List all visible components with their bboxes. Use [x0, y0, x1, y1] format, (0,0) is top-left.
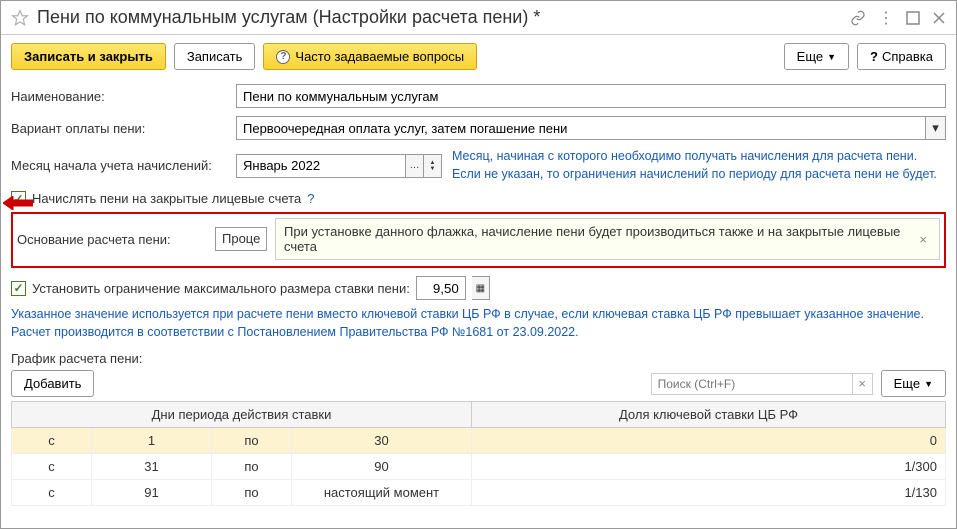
stepper-button[interactable]: ▲▼: [424, 154, 442, 178]
window-title: Пени по коммунальным услугам (Настройки …: [37, 7, 850, 28]
save-close-button[interactable]: Записать и закрыть: [11, 43, 166, 70]
table-header-rate: Доля ключевой ставки ЦБ РФ: [472, 402, 946, 428]
basis-label: Основание расчета пени:: [17, 232, 207, 247]
variant-select[interactable]: [236, 116, 926, 140]
favorite-icon[interactable]: [11, 9, 29, 27]
table-row[interactable]: с 1 по 30 0: [12, 428, 946, 454]
tooltip-close-icon[interactable]: ×: [915, 232, 931, 247]
closed-accounts-label: Начислять пени на закрытые лицевые счета: [32, 191, 301, 206]
ellipsis-button[interactable]: …: [406, 154, 424, 178]
basis-button-partial[interactable]: Проце: [215, 227, 267, 251]
rate-input[interactable]: [416, 276, 466, 300]
rate-info: Указанное значение используется при расч…: [11, 306, 946, 341]
month-info: Месяц, начиная с которого необходимо пол…: [452, 148, 946, 183]
link-icon[interactable]: [850, 10, 866, 26]
help-button[interactable]: ?Справка: [857, 43, 946, 70]
rate-limit-checkbox[interactable]: ✓: [11, 281, 26, 296]
add-button[interactable]: Добавить: [11, 370, 94, 397]
faq-button[interactable]: ?Часто задаваемые вопросы: [263, 43, 477, 70]
table-header-days: Дни периода действия ставки: [12, 402, 472, 428]
maximize-icon[interactable]: [906, 11, 920, 25]
table-row[interactable]: с 91 по настоящий момент 1/130: [12, 480, 946, 506]
table-row[interactable]: с 31 по 90 1/300: [12, 454, 946, 480]
chevron-down-icon[interactable]: ▾: [926, 116, 946, 140]
calculator-icon[interactable]: ▦: [472, 276, 490, 300]
chevron-down-icon: ▼: [827, 52, 836, 62]
schedule-table: Дни периода действия ставки Доля ключево…: [11, 401, 946, 506]
name-label: Наименование:: [11, 89, 236, 104]
month-label: Месяц начала учета начислений:: [11, 158, 236, 173]
help-icon[interactable]: ?: [307, 191, 314, 206]
month-input[interactable]: [236, 154, 406, 178]
question-icon: ?: [276, 50, 290, 64]
callout-arrow: [3, 196, 33, 213]
more-button[interactable]: Еще▼: [784, 43, 849, 70]
name-input[interactable]: [236, 84, 946, 108]
tooltip-text: При установке данного флажка, начисление…: [284, 224, 915, 254]
rate-label: Установить ограничение максимального раз…: [32, 281, 410, 296]
schedule-label: График расчета пени:: [11, 351, 946, 366]
search-input[interactable]: [652, 374, 852, 394]
chevron-down-icon: ▼: [924, 379, 933, 389]
table-more-button[interactable]: Еще▼: [881, 370, 946, 397]
close-icon[interactable]: [932, 11, 946, 25]
clear-search-icon[interactable]: ×: [852, 374, 872, 394]
save-button[interactable]: Записать: [174, 43, 256, 70]
highlighted-tooltip-area: Основание расчета пени: Проце При устано…: [11, 212, 946, 268]
variant-label: Вариант оплаты пени:: [11, 121, 236, 136]
menu-icon[interactable]: ⋮: [878, 8, 894, 28]
